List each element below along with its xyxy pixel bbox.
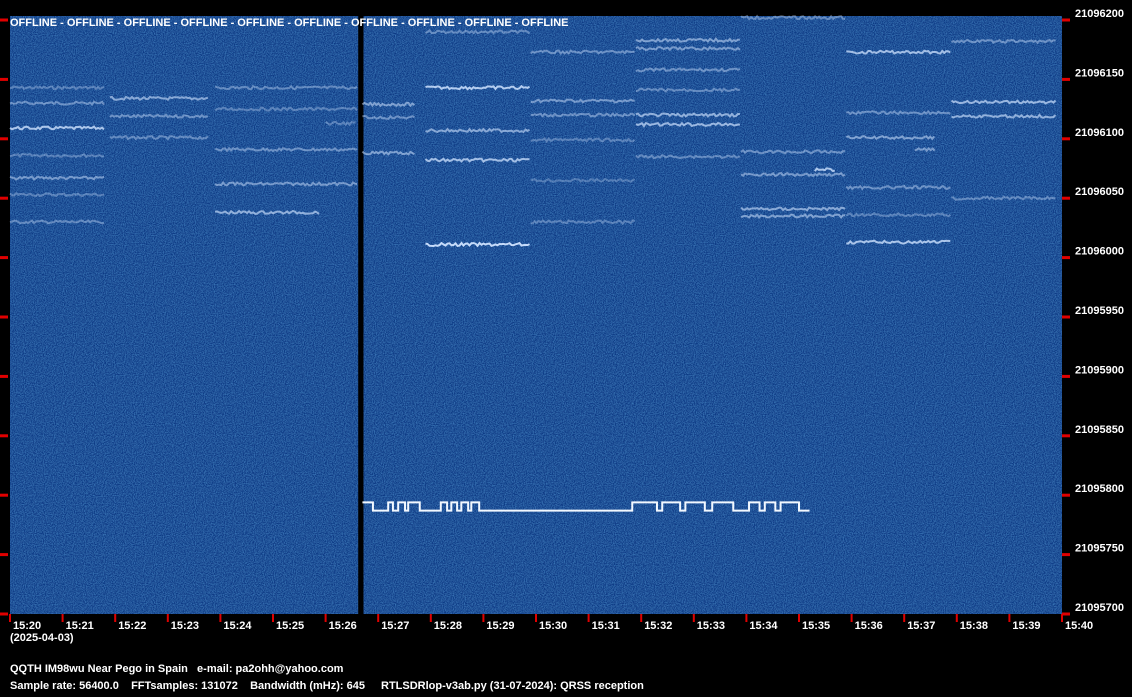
x-tick-label: 15:32: [644, 620, 672, 632]
x-tick-label: 15:21: [66, 620, 94, 632]
x-tick-label: 15:31: [592, 620, 620, 632]
x-tick-label: 15:35: [802, 620, 830, 632]
x-tick-label: 15:33: [697, 620, 725, 632]
x-tick: [429, 614, 432, 622]
sample-info: Sample rate: 56400.0 FFTsamples: 131072 …: [10, 680, 365, 692]
x-tick-label: 15:36: [855, 620, 883, 632]
x-tick-label: 15:30: [539, 620, 567, 632]
x-tick: [166, 614, 169, 622]
y-tick-left: [0, 77, 8, 81]
y-tick-left: [0, 256, 8, 260]
x-tick: [219, 614, 222, 622]
offline-banner: OFFLINE - OFFLINE - OFFLINE - OFFLINE - …: [10, 17, 569, 29]
x-tick: [535, 614, 537, 622]
x-tick-label: 15:22: [118, 620, 146, 632]
spectrogram-background: [10, 16, 1062, 614]
y-tick-right: [1062, 137, 1070, 141]
y-tick-label: 21095750: [1075, 543, 1124, 555]
y-tick-right: [1062, 18, 1070, 22]
y-tick-right: [1062, 493, 1070, 497]
y-tick-right: [1062, 553, 1070, 557]
x-tick: [1061, 614, 1063, 622]
x-tick: [114, 614, 117, 622]
x-tick-label: 15:29: [486, 620, 514, 632]
x-tick: [692, 614, 695, 622]
time-gap: [358, 16, 364, 614]
x-tick-label: 15:28: [434, 620, 462, 632]
x-tick: [798, 614, 800, 622]
y-tick-label: 21096200: [1075, 8, 1124, 20]
x-tick: [955, 614, 958, 622]
x-tick: [587, 614, 590, 622]
y-tick-right: [1062, 612, 1070, 616]
spectrogram-chart: 21096200 21096150 21096100 21096050 21096000…: [0, 8, 1124, 644]
x-tick-label: 15:38: [960, 620, 988, 632]
y-tick-left: [0, 434, 8, 438]
y-tick-right: [1062, 77, 1070, 81]
y-tick-label: 21095700: [1075, 602, 1124, 614]
x-tick-label: 15:20: [13, 620, 41, 632]
y-tick-right: [1062, 196, 1070, 200]
y-tick-right: [1062, 315, 1070, 319]
y-tick-left: [0, 137, 8, 141]
x-tick: [850, 614, 853, 622]
x-tick: [745, 614, 748, 622]
date-label: (2025-04-03): [10, 632, 74, 644]
x-tick: [9, 614, 11, 622]
x-tick: [482, 614, 485, 622]
y-tick-left: [0, 612, 8, 616]
x-tick: [61, 614, 64, 622]
software-info: RTLSDRlop-v3ab.py (31-07-2024): QRSS rec…: [381, 680, 644, 692]
x-tick-label: 15:37: [907, 620, 935, 632]
y-tick-label: 21095950: [1075, 305, 1124, 317]
plot-area: [10, 16, 1062, 614]
y-tick-label: 21096000: [1075, 246, 1124, 258]
y-tick-left: [0, 374, 8, 378]
y-tick-left: [0, 18, 8, 22]
y-tick-left: [0, 553, 8, 557]
x-tick-label: 15:39: [1012, 620, 1040, 632]
x-tick-label: 15:27: [381, 620, 409, 632]
y-tick-right: [1062, 256, 1070, 260]
y-tick-left: [0, 315, 8, 319]
y-tick-right: [1062, 374, 1070, 378]
y-tick-label: 21096100: [1075, 127, 1124, 139]
y-tick-label: 21096050: [1075, 186, 1124, 198]
y-tick-label: 21095900: [1075, 364, 1124, 376]
x-tick: [1008, 614, 1011, 622]
y-tick-left: [0, 493, 8, 497]
x-tick-label: 15:34: [749, 620, 778, 632]
x-tick-label: 15:25: [276, 620, 304, 632]
x-tick: [324, 614, 327, 622]
y-tick-right: [1062, 434, 1070, 438]
y-tick-label: 21096150: [1075, 67, 1124, 79]
x-tick: [640, 614, 643, 622]
x-tick-label: 15:23: [171, 620, 199, 632]
x-tick-label: 15:24: [223, 620, 252, 632]
y-tick-label: 21095850: [1075, 424, 1124, 436]
x-tick: [377, 614, 380, 622]
x-tick-label: 15:40: [1065, 620, 1093, 632]
x-tick: [272, 614, 274, 622]
station-info: QQTH IM98wu Near Pego in Spain e-mail: p…: [10, 663, 344, 675]
x-tick-label: 15:26: [329, 620, 357, 632]
y-tick-label: 21095800: [1075, 483, 1124, 495]
x-tick: [903, 614, 906, 622]
y-tick-left: [0, 196, 8, 200]
